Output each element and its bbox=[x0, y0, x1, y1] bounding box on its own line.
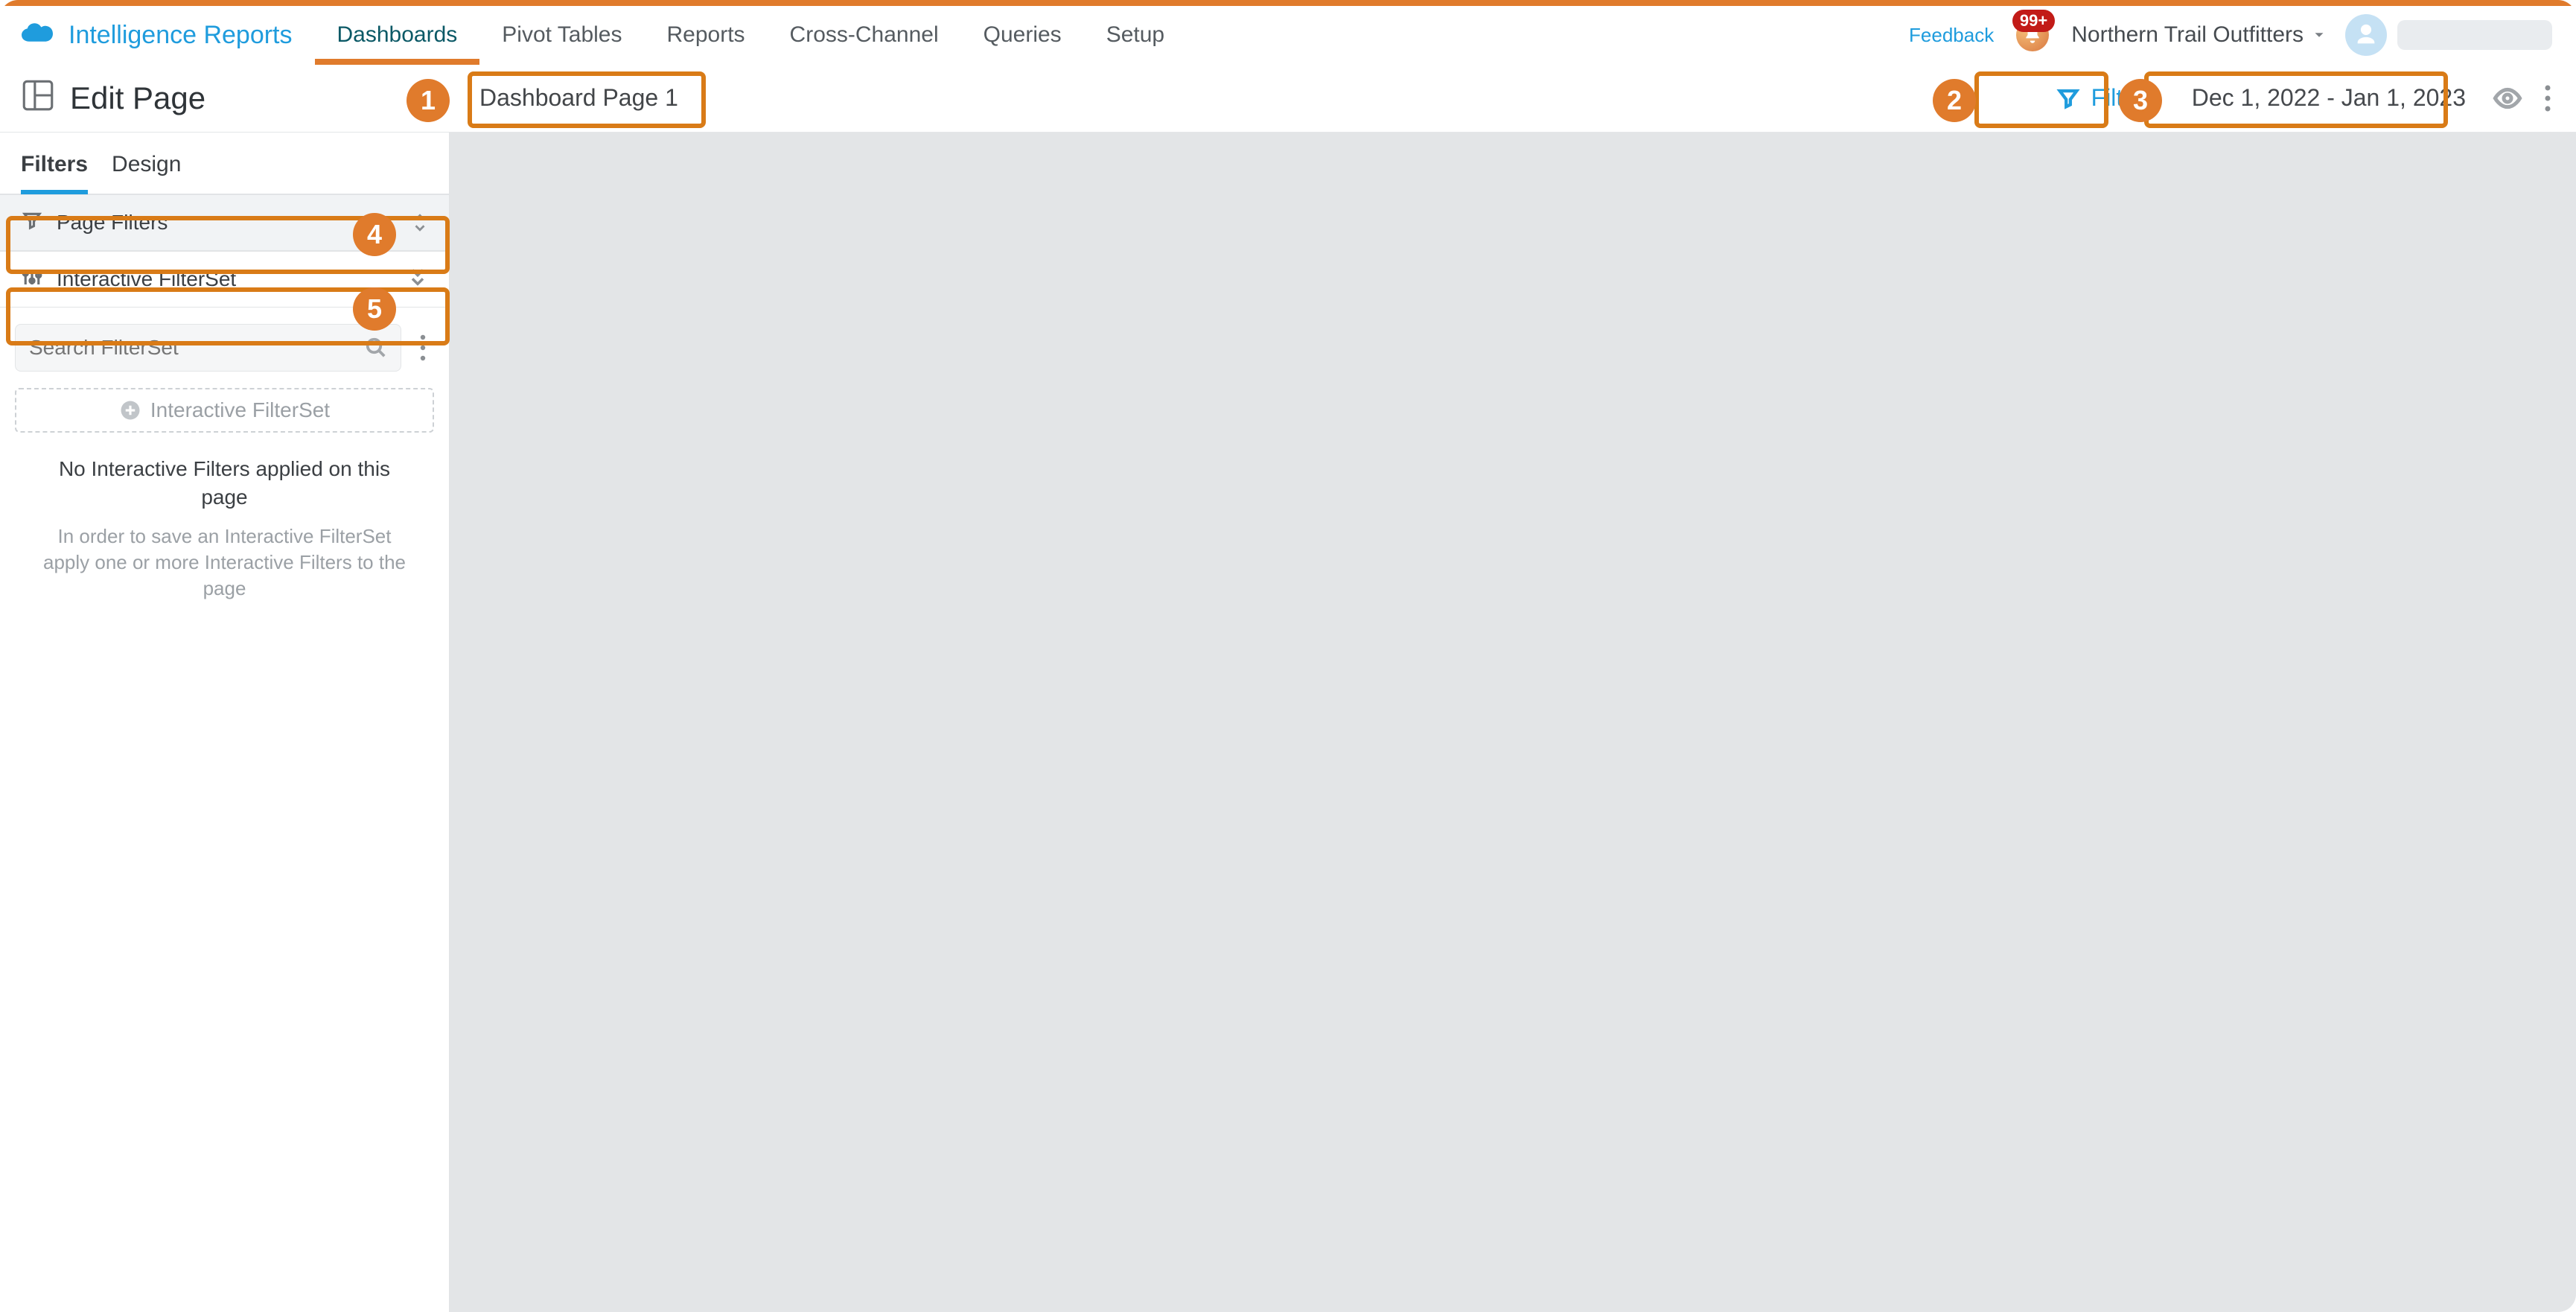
filterset-search[interactable] bbox=[15, 324, 401, 372]
salesforce-cloud-icon bbox=[16, 20, 58, 50]
dashboard-page-title[interactable] bbox=[463, 75, 809, 121]
layout-icon bbox=[19, 77, 57, 119]
main-nav: Dashboards Pivot Tables Reports Cross-Ch… bbox=[315, 6, 1187, 64]
editor-body: Filters Design Page Filters Interactive … bbox=[0, 133, 2576, 1312]
org-switcher[interactable]: Northern Trail Outfitters bbox=[2071, 22, 2327, 48]
user-name-placeholder bbox=[2397, 20, 2552, 50]
user-menu[interactable] bbox=[2345, 14, 2552, 56]
filters-button-label: Filters bbox=[2091, 84, 2156, 112]
eye-icon bbox=[2493, 83, 2522, 113]
brand-name: Intelligence Reports bbox=[68, 21, 293, 50]
edit-page-title: Edit Page bbox=[70, 80, 205, 116]
sidebar-tab-design[interactable]: Design bbox=[112, 152, 181, 194]
interactive-filterset-accordion[interactable]: Interactive FilterSet bbox=[0, 251, 449, 308]
filterset-search-input[interactable] bbox=[29, 336, 365, 360]
nav-tab-cross-channel[interactable]: Cross-Channel bbox=[768, 6, 961, 64]
caret-down-icon bbox=[2311, 27, 2327, 43]
sliders-icon bbox=[21, 266, 43, 293]
kebab-icon bbox=[419, 334, 427, 362]
edit-page-heading: Edit Page bbox=[0, 77, 450, 119]
page-filters-accordion[interactable]: Page Filters bbox=[0, 194, 449, 251]
user-avatar-icon bbox=[2345, 14, 2387, 56]
empty-state-heading: No Interactive Filters applied on this p… bbox=[37, 455, 412, 512]
add-interactive-filterset-button[interactable]: Interactive FilterSet bbox=[15, 388, 434, 433]
filterset-empty-state: No Interactive Filters applied on this p… bbox=[0, 455, 449, 628]
accordion-label: Page Filters bbox=[57, 211, 398, 235]
sidebar-tabs: Filters Design bbox=[0, 133, 449, 194]
filter-icon bbox=[2056, 86, 2081, 111]
add-filterset-label: Interactive FilterSet bbox=[150, 398, 330, 422]
page-more-menu[interactable] bbox=[2531, 83, 2564, 113]
nav-tab-label: Dashboards bbox=[337, 22, 458, 48]
sidebar-tab-filters[interactable]: Filters bbox=[21, 152, 88, 194]
empty-state-subtext: In order to save an Interactive FilterSe… bbox=[37, 523, 412, 602]
brand: Intelligence Reports bbox=[0, 6, 315, 64]
filterset-more-menu[interactable] bbox=[412, 334, 434, 362]
page-header-bar: Edit Page Filters Dec 1, 2022 - Jan 1, 2… bbox=[0, 64, 2576, 133]
collapse-icon bbox=[407, 267, 428, 293]
nav-tab-label: Pivot Tables bbox=[502, 22, 622, 48]
notification-count-badge: 99+ bbox=[2012, 10, 2055, 32]
kebab-icon bbox=[2544, 83, 2551, 113]
feedback-link[interactable]: Feedback bbox=[1909, 24, 1994, 47]
dashboard-canvas[interactable] bbox=[450, 133, 2576, 1312]
top-nav: Intelligence Reports Dashboards Pivot Ta… bbox=[0, 0, 2576, 64]
search-icon bbox=[365, 337, 387, 359]
notifications-button[interactable]: 99+ bbox=[2012, 14, 2053, 56]
nav-tab-pivot-tables[interactable]: Pivot Tables bbox=[479, 6, 644, 64]
nav-tab-label: Queries bbox=[983, 22, 1062, 48]
filterset-search-row bbox=[0, 308, 449, 382]
nav-tab-label: Cross-Channel bbox=[790, 22, 939, 48]
page-title-input[interactable] bbox=[463, 75, 809, 121]
nav-tab-setup[interactable]: Setup bbox=[1084, 6, 1187, 64]
accordion-label: Interactive FilterSet bbox=[57, 267, 394, 291]
nav-tab-label: Reports bbox=[667, 22, 745, 48]
plus-circle-icon bbox=[119, 399, 141, 421]
expand-icon bbox=[412, 212, 428, 233]
nav-tab-queries[interactable]: Queries bbox=[961, 6, 1084, 64]
date-range-label: Dec 1, 2022 - Jan 1, 2023 bbox=[2192, 84, 2466, 111]
org-name: Northern Trail Outfitters bbox=[2071, 22, 2304, 48]
filters-button[interactable]: Filters bbox=[2038, 71, 2174, 125]
preview-button[interactable] bbox=[2484, 83, 2531, 113]
filter-icon bbox=[21, 209, 43, 237]
date-range-picker[interactable]: Dec 1, 2022 - Jan 1, 2023 bbox=[2174, 71, 2484, 125]
nav-tab-label: Setup bbox=[1106, 22, 1164, 48]
top-actions: Feedback 99+ Northern Trail Outfitters bbox=[1909, 6, 2576, 64]
nav-tab-reports[interactable]: Reports bbox=[645, 6, 768, 64]
nav-tab-dashboards[interactable]: Dashboards bbox=[315, 6, 480, 64]
left-sidebar: Filters Design Page Filters Interactive … bbox=[0, 133, 450, 1312]
